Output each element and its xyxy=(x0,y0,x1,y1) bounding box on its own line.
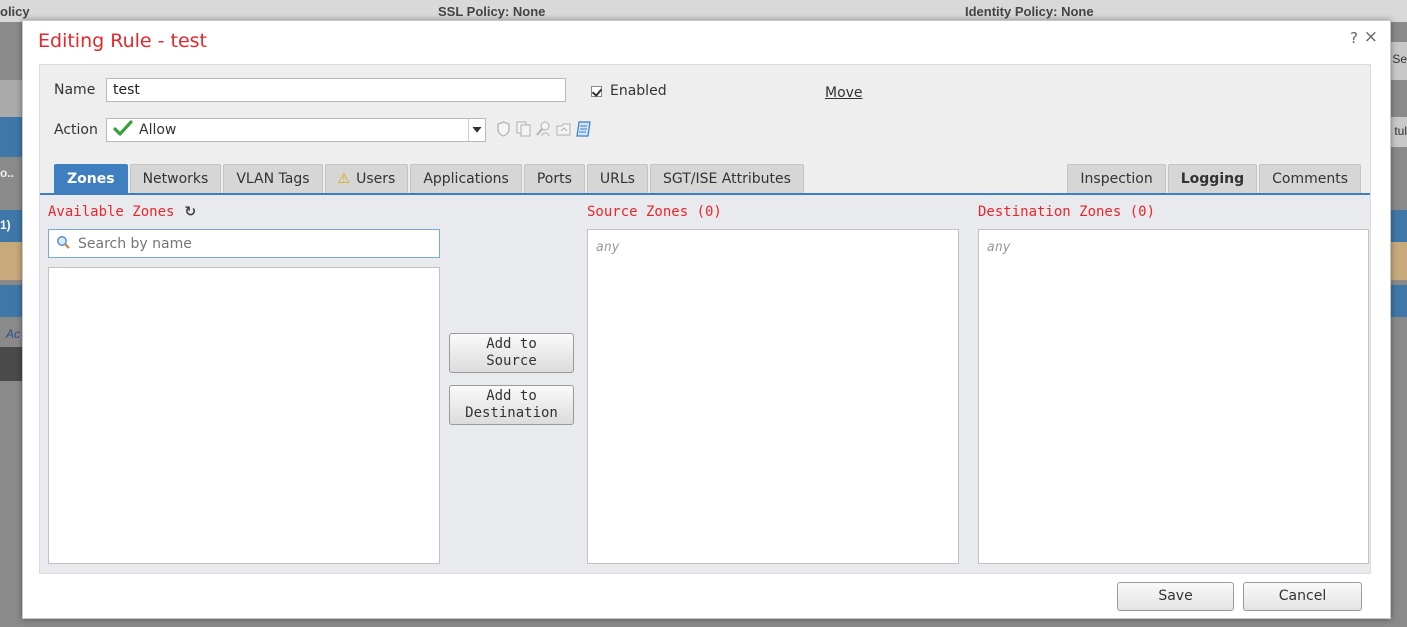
bg-text: o.. xyxy=(0,166,14,180)
enabled-checkbox[interactable] xyxy=(591,85,602,97)
bg-text: 1) xyxy=(0,218,11,232)
destination-zones-list[interactable]: any xyxy=(978,229,1369,564)
file-icon[interactable] xyxy=(575,120,592,138)
name-label: Name xyxy=(54,82,96,98)
action-select[interactable]: Allow xyxy=(106,118,486,142)
destination-zones-empty: any xyxy=(987,240,1011,255)
zones-tab-panel: Available Zones ↻ Add to Source Add to De… xyxy=(40,195,1370,573)
add-to-destination-line1: Add to xyxy=(486,388,537,404)
bg-link: Ac xyxy=(6,327,21,341)
source-zones-list[interactable]: any xyxy=(587,229,959,564)
tab-zones[interactable]: Zones xyxy=(54,164,128,193)
name-input[interactable] xyxy=(106,78,566,102)
destination-zones-heading: Destination Zones (0) xyxy=(978,204,1156,220)
rule-editor-panel: Name Enabled Move Action Allow xyxy=(39,64,1371,574)
save-button[interactable]: Save xyxy=(1117,582,1234,611)
tab-networks[interactable]: Networks xyxy=(129,164,222,193)
rule-tabs-right: Inspection Logging Comments xyxy=(1067,164,1361,193)
enabled-checkbox-group[interactable]: Enabled xyxy=(591,83,667,99)
zone-search-input[interactable] xyxy=(76,234,420,253)
action-label: Action xyxy=(54,122,98,138)
available-zones-heading: Available Zones ↻ xyxy=(48,204,196,220)
tab-ports[interactable]: Ports xyxy=(523,164,585,193)
editing-rule-dialog: Editing Rule - test ? × Name Enabled Mov… xyxy=(22,20,1391,619)
check-icon xyxy=(113,120,133,140)
help-icon[interactable]: ? xyxy=(1350,29,1358,47)
dialog-title: Editing Rule - test xyxy=(38,30,207,52)
chevron-down-icon[interactable] xyxy=(468,119,485,141)
tab-urls[interactable]: URLs xyxy=(586,164,648,193)
tab-logging[interactable]: Logging xyxy=(1167,164,1258,193)
background-header: olicy SSL Policy: None Identity Policy: … xyxy=(0,0,1407,22)
bg-row xyxy=(0,242,24,280)
warning-icon: ⚠ xyxy=(337,171,351,187)
bg-identity-policy: Identity Policy: None xyxy=(965,4,1094,19)
available-zones-label: Available Zones xyxy=(48,204,175,220)
bg-text-policy: olicy xyxy=(0,4,30,19)
search-icon xyxy=(56,235,70,253)
add-to-source-line1: Add to xyxy=(486,336,537,352)
enabled-label: Enabled xyxy=(610,83,667,99)
add-to-source-button[interactable]: Add to Source xyxy=(449,333,574,373)
add-to-destination-button[interactable]: Add to Destination xyxy=(449,385,574,425)
add-to-source-line2: Source xyxy=(486,353,537,369)
tab-sgt-ise-attributes[interactable]: SGT/ISE Attributes xyxy=(649,164,804,193)
user-search-icon xyxy=(535,120,552,138)
bg-row xyxy=(0,117,24,157)
zone-search-box[interactable] xyxy=(48,229,440,258)
refresh-icon[interactable]: ↻ xyxy=(184,204,196,220)
action-value: Allow xyxy=(139,122,177,138)
bg-row xyxy=(0,285,24,317)
tab-users-label: Users xyxy=(356,171,396,187)
available-zones-list[interactable] xyxy=(48,267,440,564)
copy-icon xyxy=(515,120,532,138)
tab-comments[interactable]: Comments xyxy=(1259,164,1361,193)
source-zones-empty: any xyxy=(596,240,620,255)
folder-icon xyxy=(555,120,572,138)
bg-text: tul xyxy=(1394,124,1407,138)
tab-users[interactable]: ⚠ Users xyxy=(324,164,409,193)
bg-row xyxy=(0,80,24,117)
move-link[interactable]: Move xyxy=(825,85,863,101)
tab-applications[interactable]: Applications xyxy=(410,164,522,193)
bg-ssl-policy: SSL Policy: None xyxy=(438,4,546,19)
close-icon[interactable]: × xyxy=(1364,27,1378,47)
bg-text: Se xyxy=(1392,52,1407,66)
rule-tabs-left: Zones Networks VLAN Tags ⚠ Users Applicat… xyxy=(54,164,806,193)
source-zones-heading: Source Zones (0) xyxy=(587,204,722,220)
action-icons xyxy=(495,120,592,138)
bg-row xyxy=(0,347,24,381)
add-to-destination-line2: Destination xyxy=(465,405,558,421)
tab-vlan-tags[interactable]: VLAN Tags xyxy=(223,164,323,193)
tab-inspection[interactable]: Inspection xyxy=(1067,164,1166,193)
cancel-button[interactable]: Cancel xyxy=(1243,582,1362,611)
shield-icon xyxy=(495,120,512,138)
